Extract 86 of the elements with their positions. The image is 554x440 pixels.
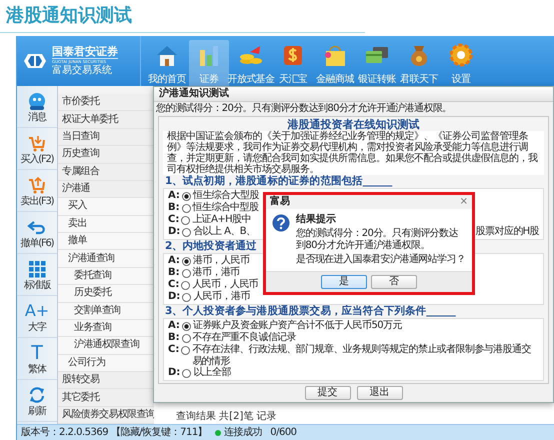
radio-button[interactable] xyxy=(181,346,190,354)
grid-icon xyxy=(27,258,47,278)
option-letter: B: xyxy=(168,332,180,344)
radio-button[interactable] xyxy=(181,280,190,290)
tool-button[interactable]: 标准版 xyxy=(17,254,57,296)
nav-button[interactable]: 银证转账 xyxy=(357,40,397,86)
option-text: 港币，港币 xyxy=(192,267,240,278)
option-letter: A: xyxy=(168,255,180,267)
result-count: 查询结果 共[2]笔 记录 xyxy=(175,411,278,424)
chat-avatar-icon xyxy=(27,90,47,110)
dialog-button[interactable]: 退出 xyxy=(356,386,402,400)
option-text: 上证A+H股中 xyxy=(192,214,251,226)
message-question: 是否现在进入国泰君安沪港通网站学习？ xyxy=(296,254,466,266)
message-box-title: 富易 xyxy=(270,196,290,208)
radio-button[interactable] xyxy=(182,368,192,378)
message-text: 您的测试得分：20分。只有测评分数达到80分才允许开通沪港通权限。 xyxy=(296,228,459,252)
option-letter: B: xyxy=(168,267,180,279)
message-heading: 结果提示 xyxy=(296,214,337,226)
logo-icon xyxy=(23,53,47,69)
option-text: 人民币，人民币 xyxy=(192,279,258,290)
menu-item[interactable]: 撤单 xyxy=(68,235,87,248)
cart-icon xyxy=(27,174,47,194)
message-button[interactable]: 否 xyxy=(371,275,417,289)
glyph-icon: T xyxy=(31,342,43,362)
message-button[interactable]: 是 xyxy=(321,275,367,289)
tool-button[interactable]: T 繁体 xyxy=(17,338,57,380)
option-letter: D: xyxy=(168,226,180,238)
nav-button[interactable]: 我的首页 xyxy=(147,40,187,86)
radio-button[interactable] xyxy=(182,268,191,278)
score-note: 您的测试得分：20分。只有测评分数达到80分才允许开通沪港通权限。 xyxy=(155,102,453,116)
question-text: 2、内地投资者通过 xyxy=(164,240,257,253)
close-button[interactable]: × xyxy=(460,196,468,208)
option-letter: A: xyxy=(168,320,180,332)
radio-button[interactable] xyxy=(182,228,192,236)
nav-button[interactable]: 金融商城 xyxy=(315,40,355,86)
quiz-heading: 港股通投资者在线知识测试 xyxy=(288,118,420,131)
option-letter: C: xyxy=(168,279,180,291)
option-letter: A: xyxy=(168,190,180,202)
tool-button[interactable]: 卖出(F3) xyxy=(17,170,57,212)
question-icon xyxy=(272,214,290,232)
option-text: 股票对应的H股 xyxy=(476,226,539,238)
system-name: 富易交易系统 xyxy=(52,64,113,77)
brand-name: 国泰君安证券 xyxy=(52,45,118,58)
dialog-title: 沪港通知识测试 xyxy=(154,87,553,102)
page-title: 港股通知识测试 xyxy=(6,5,132,27)
nav-button[interactable]: 设置 xyxy=(441,40,481,86)
tool-button[interactable]: A+ 大字 xyxy=(17,296,57,338)
intro-paragraph: 根据中国证监会颁布的《关于加强证券经纪业务管理的规定》、《证券公司监督管理条例》等法规要求，我司作为证券交易代理机构，需对投资者风险承受能力等信息进行调查，并定期更新，请您配合我司如实提供所需信息。如果您不配合或提供虚假信息的，我司有权拒绝提供相关市场交易服务。 xyxy=(163,131,544,175)
option-letter: C: xyxy=(168,344,180,356)
option-text: 不存在法律、行政法规、部门规章、业务规则等规定的禁止或者限制参与港股通交易的情形 xyxy=(192,344,532,366)
tool-button[interactable]: 买入(F2) xyxy=(17,128,57,170)
option-text: 证券账户及资金账户资产合计不低于人民币50万元 xyxy=(192,320,402,332)
tool-button[interactable]: 消息 xyxy=(17,86,57,128)
menu-item[interactable]: 买入 xyxy=(68,200,87,212)
dialog-button[interactable]: 提交 xyxy=(304,386,350,400)
radio-button[interactable] xyxy=(182,322,191,330)
radio-button[interactable] xyxy=(182,256,191,266)
option-text: 以上全部 xyxy=(193,367,231,378)
tool-button[interactable]: 刷新 xyxy=(17,380,57,422)
option-letter: B: xyxy=(168,202,180,214)
radio-button[interactable] xyxy=(181,216,190,224)
nav-button[interactable]: 君联天下 xyxy=(399,40,439,86)
tool-button[interactable]: 撤单(F6) xyxy=(17,212,57,254)
option-text: 恒生综合大型股 xyxy=(192,190,259,202)
menu-item[interactable]: 卖出 xyxy=(68,218,87,230)
option-text: 不存在严重不良诚信记录 xyxy=(192,332,296,344)
option-text: 合以上 A、B、 xyxy=(193,226,256,238)
option-letter: D: xyxy=(168,367,180,379)
refresh-icon xyxy=(27,384,47,404)
nav-button[interactable]: 天汇宝 xyxy=(273,40,313,86)
session-count: 0/600 xyxy=(270,426,297,438)
question-text: 3、个人投资者参与港股通股票交易，应当符合下列条件______ xyxy=(164,305,456,318)
radio-button[interactable] xyxy=(182,334,191,342)
glyph-icon: A+ xyxy=(24,300,50,320)
connection-status: 连接成功 xyxy=(224,426,262,438)
settings-icon xyxy=(448,42,474,68)
radio-button[interactable] xyxy=(182,292,192,302)
option-letter: C: xyxy=(168,214,180,226)
option-text: 港币，人民币 xyxy=(192,255,250,266)
option-text: 恒生综合中型股 xyxy=(192,202,258,214)
radio-button[interactable] xyxy=(182,204,191,212)
version-text: 版本号：2.2.0.5369 【隐藏/恢复键：711】 xyxy=(21,426,208,438)
option-text: 人民币，港币 xyxy=(193,291,250,302)
option-letter: D: xyxy=(168,291,180,303)
question-text: 1、试点初期，港股通标的证券的范围包括______ xyxy=(164,175,392,188)
radio-button[interactable] xyxy=(182,192,191,200)
